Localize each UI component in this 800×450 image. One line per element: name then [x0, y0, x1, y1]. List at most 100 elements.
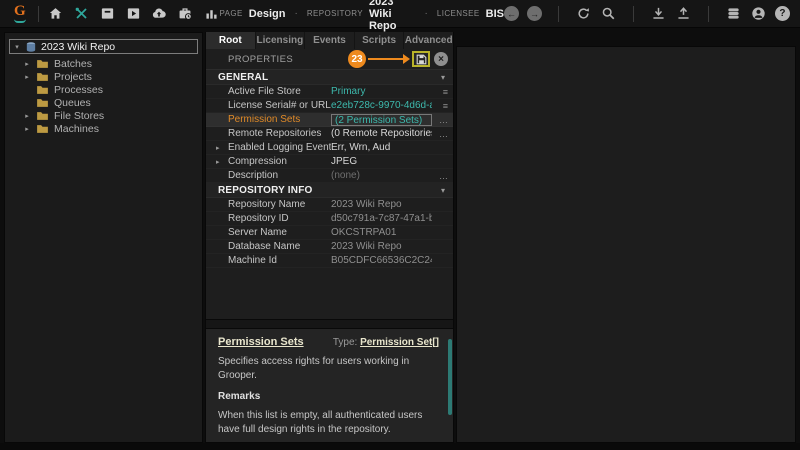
property-row-remote-repositories[interactable]: Remote Repositories (0 Remote Repositori…	[206, 127, 453, 141]
tab-events[interactable]: Events	[305, 32, 354, 49]
chevron-down-icon[interactable]: ▾	[441, 73, 445, 82]
node-tree-panel: ▾ 2023 Wiki Repo ▸ Batches ▸ Projects Pr…	[4, 32, 203, 443]
help-icon[interactable]: ?	[775, 6, 790, 21]
type-link[interactable]: Permission Set[]	[360, 337, 439, 348]
play-box-icon[interactable]	[125, 5, 142, 22]
annotation-arrow	[368, 58, 404, 60]
property-row-description[interactable]: Description (none) …	[206, 169, 453, 183]
expander-collapsed-icon[interactable]: ▸	[23, 60, 31, 68]
scrollbar-thumb[interactable]	[448, 339, 452, 415]
help-summary: Specifies access rights for users workin…	[218, 355, 439, 382]
remarks-heading: Remarks	[218, 391, 439, 402]
home-icon[interactable]	[47, 5, 64, 22]
help-type: Type: Permission Set[]	[333, 337, 439, 348]
breadcrumb: PAGE Design · REPOSITORY 2023 Wiki Repo …	[220, 0, 504, 32]
property-row-machine-id: Machine Id B05CDFC66536C2C24585F...	[206, 254, 453, 268]
forward-icon[interactable]: →	[527, 6, 542, 21]
tab-licensing[interactable]: Licensing	[256, 32, 305, 49]
expander-collapsed-icon[interactable]: ▸	[23, 73, 31, 81]
top-toolbar: G	[0, 0, 800, 28]
remarks-paragraph-1: When this list is empty, all authenticat…	[218, 409, 439, 436]
menu-icon[interactable]: ≡	[432, 87, 448, 97]
help-title: Permission Sets	[218, 336, 304, 348]
design-tools-icon[interactable]	[73, 5, 90, 22]
divider	[633, 6, 634, 22]
divider	[558, 6, 559, 22]
expander-collapsed-icon[interactable]: ▸	[23, 125, 31, 133]
main-icon-nav	[47, 5, 220, 22]
logo-wave-icon	[14, 19, 26, 23]
repository-value[interactable]: 2023 Wiki Repo	[369, 0, 416, 32]
divider	[38, 6, 39, 22]
topbar-right-controls: ← → ?	[504, 5, 790, 22]
tab-scripts[interactable]: Scripts	[355, 32, 404, 49]
bar-chart-icon[interactable]	[203, 5, 220, 22]
tree-item-queues[interactable]: Queues	[5, 96, 202, 109]
folder-icon	[36, 72, 49, 82]
ellipsis-icon[interactable]: …	[432, 129, 448, 139]
expander-collapsed-icon[interactable]: ▸	[216, 144, 220, 152]
cloud-upload-icon[interactable]	[151, 5, 168, 22]
properties-header: PROPERTIES 23 ×	[206, 49, 453, 70]
panel-splitter[interactable]	[206, 319, 453, 329]
tree-root-node[interactable]: ▾ 2023 Wiki Repo	[9, 39, 198, 54]
app-window: G	[0, 0, 800, 450]
licensee-value: BIS	[486, 8, 504, 20]
tree-item-batches[interactable]: ▸ Batches	[5, 57, 202, 70]
empty-space	[206, 268, 453, 319]
section-general[interactable]: GENERAL ▾	[206, 70, 453, 85]
close-icon[interactable]: ×	[434, 52, 448, 66]
property-row-database-name: Database Name 2023 Wiki Repo	[206, 240, 453, 254]
briefcase-clock-icon[interactable]	[177, 5, 194, 22]
property-row-compression[interactable]: ▸ Compression JPEG	[206, 155, 453, 169]
annotation-badge: 23	[348, 50, 366, 68]
divider	[708, 6, 709, 22]
chevron-down-icon[interactable]: ▾	[441, 186, 445, 195]
page-label: PAGE	[220, 9, 243, 18]
archive-box-icon[interactable]	[99, 5, 116, 22]
logo-letter: G	[14, 5, 26, 18]
ellipsis-icon[interactable]: …	[432, 171, 448, 181]
save-button[interactable]	[412, 51, 430, 67]
tab-bar: Root Licensing Events Scripts Advanced	[206, 32, 453, 49]
property-row-repository-name: Repository Name 2023 Wiki Repo	[206, 198, 453, 212]
upload-icon[interactable]	[675, 5, 692, 22]
tab-root[interactable]: Root	[206, 32, 255, 49]
database-icon[interactable]	[725, 5, 742, 22]
separator-dot: ·	[425, 8, 428, 19]
menu-icon[interactable]: ≡	[432, 101, 448, 111]
folder-icon	[36, 124, 49, 134]
property-row-license-serial[interactable]: License Serial# or URL e2eb728c-9970-4d6…	[206, 99, 453, 113]
properties-title: PROPERTIES	[228, 54, 293, 65]
back-icon[interactable]: ←	[504, 6, 519, 21]
folder-icon	[36, 111, 49, 121]
property-help-panel: Permission Sets Type: Permission Set[] S…	[206, 329, 453, 442]
section-repository-info[interactable]: REPOSITORY INFO ▾	[206, 183, 453, 198]
status-bar	[0, 443, 800, 450]
licensee-label: LICENSEE	[437, 9, 480, 18]
expander-expanded-icon[interactable]: ▾	[13, 43, 21, 51]
page-value[interactable]: Design	[249, 8, 286, 20]
expander-collapsed-icon[interactable]: ▸	[23, 112, 31, 120]
search-icon[interactable]	[600, 5, 617, 22]
tree-item-machines[interactable]: ▸ Machines	[5, 122, 202, 135]
property-row-permission-sets[interactable]: Permission Sets (2 Permission Sets) …	[206, 113, 453, 127]
tree-root-label: 2023 Wiki Repo	[41, 41, 115, 53]
grooper-logo: G	[10, 2, 30, 26]
property-row-active-file-store[interactable]: Active File Store Primary ≡	[206, 85, 453, 99]
tree-item-file-stores[interactable]: ▸ File Stores	[5, 109, 202, 122]
tree-item-processes[interactable]: Processes	[5, 83, 202, 96]
folder-icon	[36, 98, 49, 108]
tree-item-projects[interactable]: ▸ Projects	[5, 70, 202, 83]
user-icon[interactable]	[750, 5, 767, 22]
expander-collapsed-icon[interactable]: ▸	[216, 158, 220, 166]
refresh-icon[interactable]	[575, 5, 592, 22]
separator-dot: ·	[294, 8, 297, 19]
tab-advanced[interactable]: Advanced	[404, 32, 453, 49]
property-row-enabled-logging-events[interactable]: ▸ Enabled Logging Events Err, Wrn, Aud	[206, 141, 453, 155]
download-icon[interactable]	[650, 5, 667, 22]
properties-panel: Root Licensing Events Scripts Advanced P…	[205, 32, 454, 443]
content-panel	[456, 46, 796, 443]
folder-icon	[36, 85, 49, 95]
ellipsis-icon[interactable]: …	[432, 115, 448, 125]
